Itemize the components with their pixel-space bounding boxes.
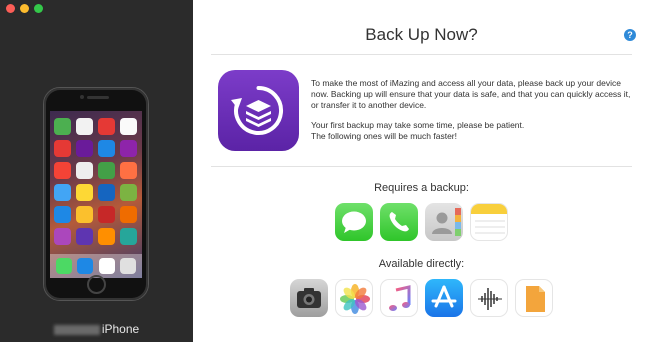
main-panel: Back Up Now? ? To make the most of iMazi… xyxy=(193,0,650,342)
requires-backup-label: Requires a backup: xyxy=(374,182,469,194)
description-paragraph-1: To make the most of iMazing and access a… xyxy=(311,78,631,110)
description-paragraph-2: Your first backup may take some time, pl… xyxy=(311,120,525,141)
title-divider xyxy=(211,54,632,55)
home-screen-icons xyxy=(54,118,137,245)
redacted-name xyxy=(53,324,100,335)
device-image xyxy=(43,87,149,301)
zoom-window-button[interactable] xyxy=(34,4,43,13)
front-camera xyxy=(80,95,84,99)
music-icon[interactable] xyxy=(380,279,418,317)
available-directly-apps xyxy=(193,279,650,317)
contacts-icon[interactable] xyxy=(425,203,463,241)
device-screen xyxy=(50,111,142,278)
device-name-label: iPhone xyxy=(0,322,193,336)
backup-description: To make the most of iMazing and access a… xyxy=(311,78,631,142)
camera-icon[interactable] xyxy=(290,279,328,317)
voice-memos-icon[interactable] xyxy=(470,279,508,317)
phone-speaker xyxy=(87,96,109,99)
available-directly-label: Available directly: xyxy=(378,258,465,270)
files-icon[interactable] xyxy=(515,279,553,317)
device-model: iPhone xyxy=(101,322,140,336)
requires-backup-apps xyxy=(193,203,650,241)
content-divider xyxy=(211,166,632,167)
phone-icon[interactable] xyxy=(380,203,418,241)
notes-icon[interactable] xyxy=(470,203,508,241)
close-window-button[interactable] xyxy=(6,4,15,13)
photos-icon[interactable] xyxy=(335,279,373,317)
minimize-window-button[interactable] xyxy=(20,4,29,13)
help-button[interactable]: ? xyxy=(624,29,636,41)
app-store-icon[interactable] xyxy=(425,279,463,317)
sidebar: iPhone xyxy=(0,0,193,342)
messages-icon[interactable] xyxy=(335,203,373,241)
home-button xyxy=(87,275,106,294)
window-controls xyxy=(6,4,43,13)
imazing-backup-icon xyxy=(218,70,299,151)
page-title: Back Up Now? xyxy=(365,25,478,44)
